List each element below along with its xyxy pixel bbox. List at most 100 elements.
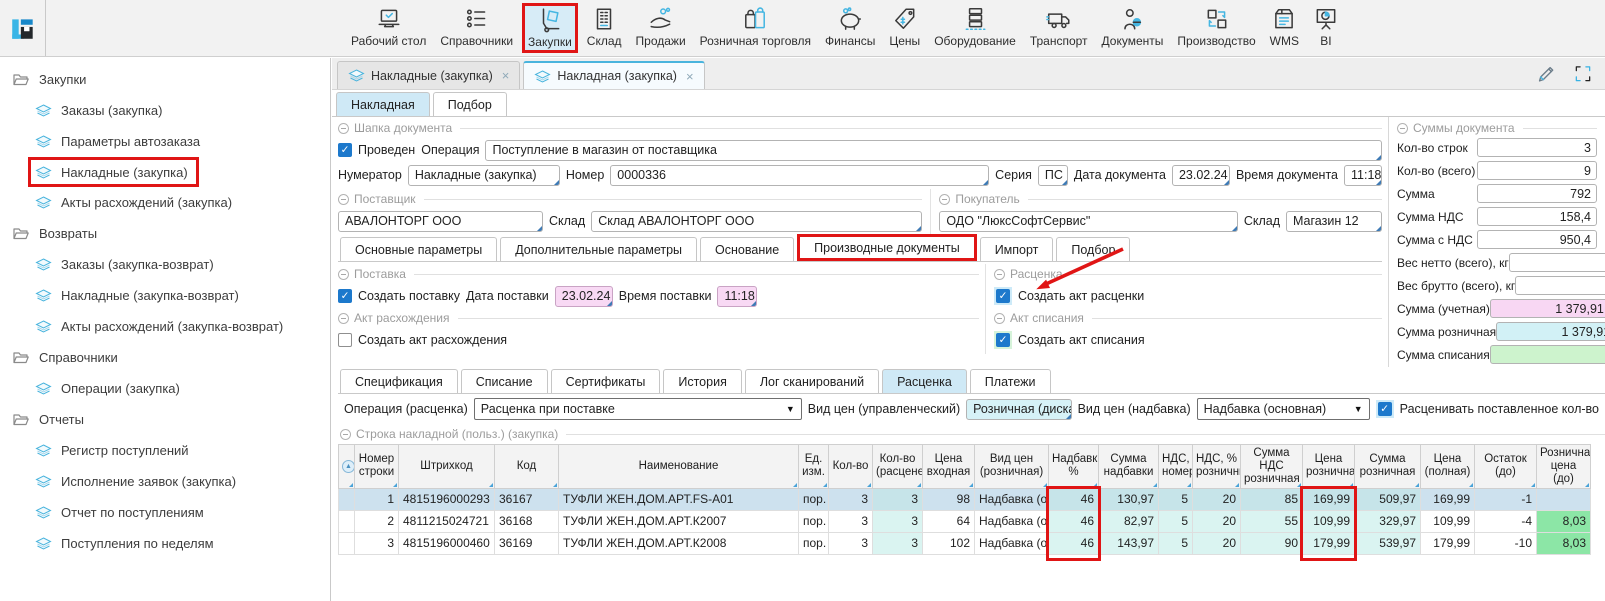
btab-1[interactable]: Списание [461,369,548,393]
ptab-3[interactable]: Производные документы [797,234,977,261]
grid-cell[interactable]: 179,99 [1303,532,1355,554]
collapse-icon[interactable] [338,123,349,134]
grid-cell[interactable]: 179,99 [1421,532,1475,554]
grid-col-header-3[interactable]: Код [495,445,559,489]
price-type-mgmt-input[interactable]: Розничная (диска [966,399,1071,420]
sidebar-folder-2[interactable]: Справочники [0,342,330,373]
grid-cell[interactable]: 143,97 [1099,532,1159,554]
grid-col-header-12[interactable]: НДС, номер [1159,445,1193,489]
create-pricing-act-checkbox[interactable]: ✓ [996,289,1010,303]
toolbar-item-production[interactable]: Производство [1172,3,1260,53]
toolbar-item-retail[interactable]: Розничная торговля [695,3,816,53]
toolbar-item-list[interactable]: Справочники [435,3,518,53]
ptab-4[interactable]: Импорт [980,237,1054,261]
sidebar-item-0-1[interactable]: Параметры автозаказа [31,126,208,157]
grid-cell[interactable]: 5 [1159,488,1193,510]
sidebar-folder-0[interactable]: Закупки [0,64,330,95]
btab-3[interactable]: История [663,369,741,393]
grid-cell[interactable]: 36168 [495,510,559,532]
operation-input[interactable]: Поступление в магазин от поставщика [485,140,1382,161]
supplier-name-input[interactable]: АВАЛОНТОРГ ООО [338,211,543,232]
delivery-date-input[interactable]: 23.02.24 [555,286,613,307]
grid-cell[interactable]: 8,03 [1537,510,1591,532]
toolbar-item-warehouse[interactable]: Склад [582,3,627,53]
edit-icon[interactable] [1535,63,1557,88]
grid-cell[interactable]: -4 [1475,510,1537,532]
grid-cell[interactable]: 36167 [495,488,559,510]
grid-col-header-0[interactable]: ▲ [339,445,355,489]
grid-cell[interactable]: 509,97 [1355,488,1421,510]
sidebar-item-2-0[interactable]: Операции (закупка) [31,373,188,404]
grid-cell[interactable] [1537,488,1591,510]
sidebar-item-3-2[interactable]: Отчет по поступлениям [31,497,212,528]
grid-cell[interactable]: Надбавка (ос [975,488,1049,510]
close-icon[interactable]: × [502,68,510,83]
sidebar-item-3-1[interactable]: Исполнение заявок (закупка) [31,466,244,497]
series-input[interactable]: ПС [1038,165,1068,186]
document-tab-0[interactable]: Накладные (закупка)× [337,61,520,89]
collapse-icon[interactable] [338,269,349,280]
grid-col-header-16[interactable]: Сумма розничная [1355,445,1421,489]
sum-value[interactable]: 792 [1477,184,1597,203]
sum-value[interactable]: 1 379,91 [1496,322,1605,341]
grid-cell[interactable]: 5 [1159,532,1193,554]
grid-cell[interactable]: 20 [1193,488,1241,510]
grid-cell[interactable]: Надбавка (ос [975,532,1049,554]
grid-cell[interactable] [339,510,355,532]
grid-cell[interactable]: 82,97 [1099,510,1159,532]
grid-cell[interactable]: 3 [873,532,923,554]
grid-cell[interactable]: 55 [1241,510,1303,532]
table-row-1[interactable]: 2481121502472136168ТУФЛИ ЖЕН.ДОМ.АРТ.К20… [339,510,1591,532]
posted-checkbox[interactable]: ✓ [338,143,352,157]
sum-value[interactable] [1490,345,1605,364]
grid-col-header-4[interactable]: Наименование [559,445,799,489]
grid-cell[interactable]: 169,99 [1421,488,1475,510]
grid-col-header-2[interactable]: Штрихкод [399,445,495,489]
grid-cell[interactable]: -1 [1475,488,1537,510]
toolbar-item-truck[interactable]: Транспорт [1025,3,1093,53]
grid-cell[interactable]: 8,03 [1537,532,1591,554]
collapse-icon[interactable] [338,313,349,324]
collapse-icon[interactable] [994,313,1005,324]
sidebar-folder-3[interactable]: Отчеты [0,404,330,435]
numerator-input[interactable]: Накладные (закупка) [408,165,560,186]
create-writeoff-act-checkbox[interactable]: ✓ [996,333,1010,347]
sort-icon[interactable]: ▲ [342,460,355,473]
grid-col-header-5[interactable]: Ед. изм. [799,445,829,489]
grid-col-header-14[interactable]: Сумма НДС розничная [1241,445,1303,489]
doc-time-input[interactable]: 11:18 [1344,165,1382,186]
grid-cell[interactable]: 36169 [495,532,559,554]
grid-col-header-18[interactable]: Остаток (до) [1475,445,1537,489]
btab-2[interactable]: Сертификаты [551,369,661,393]
grid-cell[interactable]: 169,99 [1303,488,1355,510]
grid-col-header-15[interactable]: Цена розничная [1303,445,1355,489]
grid-cell[interactable]: пор. [799,532,829,554]
grid-cell[interactable]: 5 [1159,510,1193,532]
markup-type-select[interactable]: Надбавка (основная) ▼ [1197,398,1370,420]
grid-cell[interactable]: 46 [1049,510,1099,532]
toolbar-item-bi[interactable]: BI [1308,3,1344,53]
sidebar-item-3-0[interactable]: Регистр поступлений [31,435,197,466]
grid-cell[interactable]: ТУФЛИ ЖЕН.ДОМ.АРТ.FS-A01 [559,488,799,510]
btab-6[interactable]: Платежи [970,369,1051,393]
toolbar-item-finance[interactable]: Финансы [820,3,880,53]
grid-cell[interactable]: 90 [1241,532,1303,554]
supplier-warehouse-input[interactable]: Склад АВАЛОНТОРГ ООО [591,211,922,232]
subtab-1[interactable]: Подбор [433,92,507,116]
grid-col-header-11[interactable]: Сумма надбавки [1099,445,1159,489]
sidebar-item-1-1[interactable]: Накладные (закупка-возврат) [31,280,247,311]
sum-value[interactable]: 9 [1509,253,1605,272]
collapse-icon[interactable] [939,194,950,205]
grid-cell[interactable]: 130,97 [1099,488,1159,510]
grid-cell[interactable]: 46 [1049,488,1099,510]
btab-4[interactable]: Лог сканирований [745,369,879,393]
toolbar-item-equipment[interactable]: Оборудование [929,3,1021,53]
reprice-checkbox[interactable]: ✓ [1378,402,1392,416]
sidebar-item-3-3[interactable]: Поступления по неделям [31,528,222,559]
grid-cell[interactable]: 3 [355,532,399,554]
grid-cell[interactable]: 4815196000460 [399,532,495,554]
sum-value[interactable]: 1 379,91 [1490,299,1605,318]
grid-cell[interactable]: Надбавка (ос [975,510,1049,532]
grid-col-header-7[interactable]: Кол-во (расценено) [873,445,923,489]
grid-col-header-17[interactable]: Цена (полная) [1421,445,1475,489]
